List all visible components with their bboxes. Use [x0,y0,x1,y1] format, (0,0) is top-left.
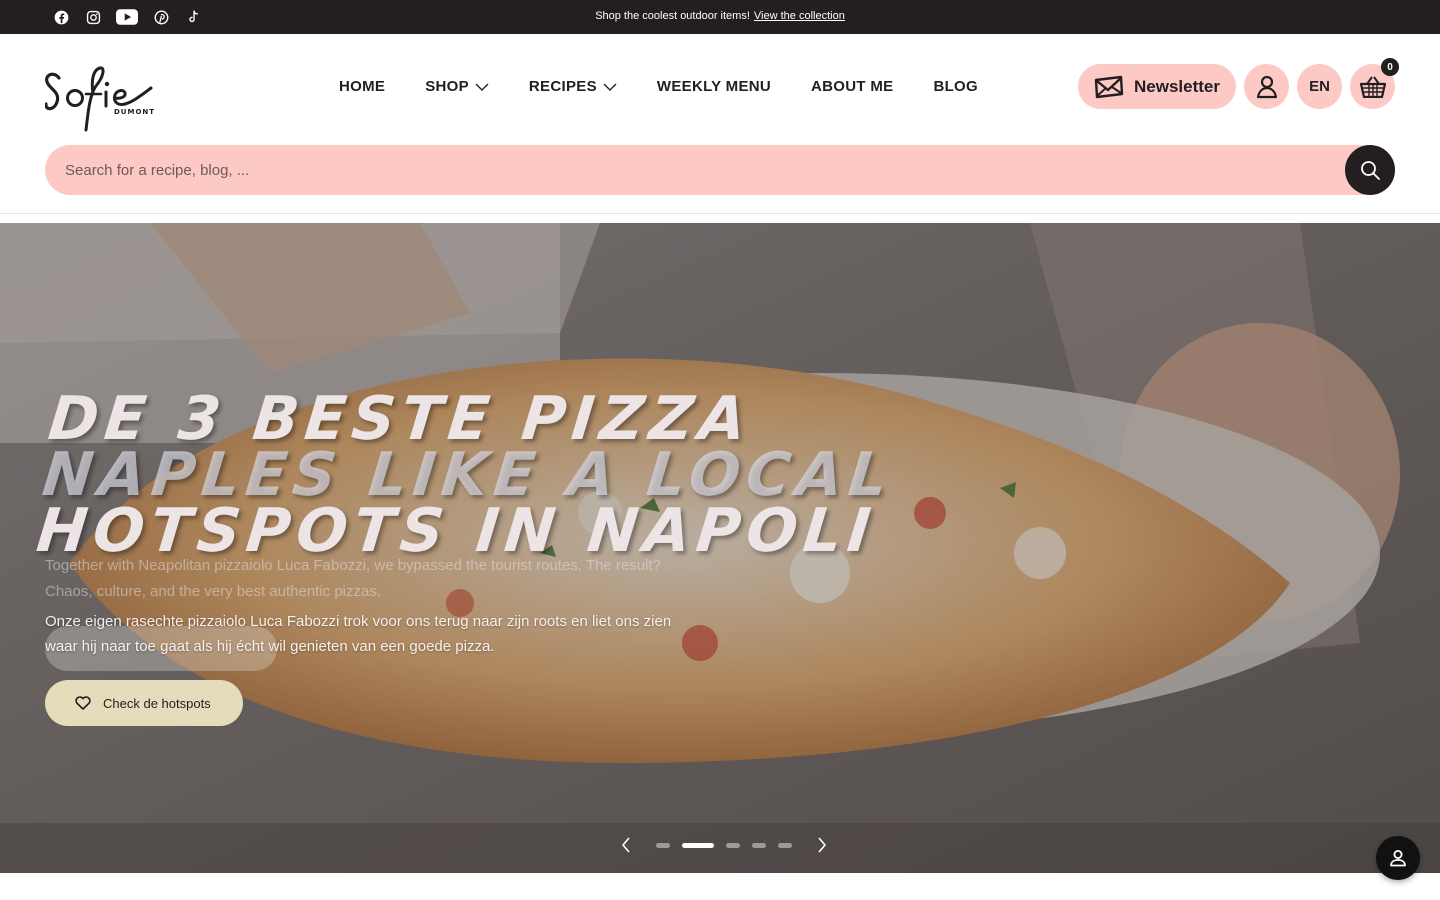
account-button[interactable] [1244,64,1289,109]
cart-count-badge: 0 [1381,58,1399,76]
language-label: EN [1309,78,1330,95]
hero-title: De 3 beste pizza Naples like a local hot… [33,384,902,566]
nav-about-me[interactable]: ABOUT ME [811,78,893,95]
logo-subtitle: DUMONT [114,108,155,116]
site-header: DUMONT HOME SHOP RECIPES WEEKLY MENU ABO… [0,34,1440,214]
header-actions: Newsletter EN 0 [1078,58,1399,109]
check-hotspots-label: Check de hotspots [103,695,211,711]
slider-next-button[interactable] [814,837,830,853]
nav-recipes-label: RECIPES [528,78,597,95]
heart-icon [75,696,91,710]
slider-dot-1[interactable] [656,842,670,848]
main-nav: HOME SHOP RECIPES WEEKLY MENU ABOUT ME B… [339,78,1018,95]
nav-home[interactable]: HOME [339,78,385,95]
search-button[interactable] [1345,145,1395,195]
hero-slider: De 3 beste pizza Naples like a local hot… [0,223,1440,873]
slider-dot-3[interactable] [726,842,740,848]
nav-blog[interactable]: BLOG [933,78,978,95]
search-input[interactable] [65,145,1325,195]
language-button[interactable]: EN [1297,64,1342,109]
nav-home-label: HOME [339,78,386,95]
hero-ghost-text: Together with Neapolitan pizzaiolo Luca … [45,557,661,600]
hero-text: Onze eigen rasechte pizzaiolo Luca Faboz… [45,613,672,655]
floating-account-button[interactable] [1376,836,1420,880]
newsletter-button[interactable]: Newsletter [1078,64,1236,109]
search-bar [45,145,1395,195]
nav-weekly-menu-label: WEEKLY MENU [656,78,772,95]
announcement-message: Shop the coolest outdoor items! [595,10,750,22]
announcement-bar: Shop the coolest outdoor items! View the … [0,0,1440,34]
nav-about-me-label: ABOUT ME [811,78,894,95]
slider-prev-button[interactable] [618,837,634,853]
announcement-link[interactable]: View the collection [754,10,845,22]
chevron-down-icon [475,83,489,91]
user-icon [1256,75,1277,98]
newsletter-label: Newsletter [1134,76,1220,96]
nav-blog-label: BLOG [933,78,978,95]
hero-title-line2: hotspots in Napoli [33,496,880,566]
hero-title-ghost: Naples like a local [39,440,897,510]
chevron-left-icon [621,837,630,853]
nav-recipes[interactable]: RECIPES [529,78,617,95]
slider-dot-2[interactable] [682,842,714,848]
basket-icon [1359,75,1386,98]
site-logo[interactable]: DUMONT [44,64,155,136]
nav-weekly-menu[interactable]: WEEKLY MENU [657,78,771,95]
search-icon [1361,161,1380,180]
announcement-text: Shop the coolest outdoor items! View the … [0,10,1440,22]
hero-title-line1: De 3 beste pizza [45,384,756,454]
envelope-icon [1094,75,1124,98]
slider-dot-5[interactable] [778,842,792,848]
slider-navigation [618,837,830,853]
cart-button[interactable]: 0 [1350,58,1399,109]
check-hotspots-button[interactable]: Check de hotspots [45,680,243,726]
chevron-down-icon [603,83,617,91]
nav-shop-label: SHOP [425,78,469,95]
slider-dots [656,842,792,848]
slider-dot-4[interactable] [752,842,766,848]
nav-shop[interactable]: SHOP [425,78,489,95]
user-icon [1390,850,1406,867]
chevron-right-icon [818,837,827,853]
